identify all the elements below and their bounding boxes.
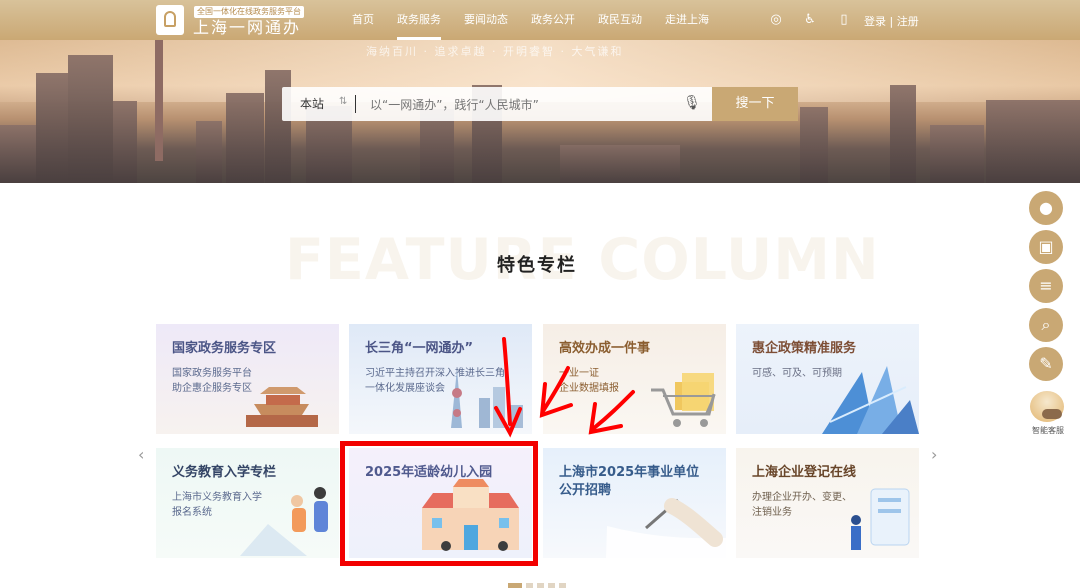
nav-about-shanghai[interactable]: 走进上海 [665,0,709,40]
logo-subtitle: 全国一体化在线政务服务平台 [194,6,304,18]
city-building [986,100,1080,183]
city-building [930,125,984,183]
nav-news[interactable]: 要闻动态 [464,0,508,40]
kindergarten-illustration [422,479,519,551]
register-link[interactable]: 注册 [897,15,919,28]
nav-home[interactable]: 首页 [352,0,374,40]
text-cursor [355,95,356,113]
search-scope-selector[interactable]: 本站 [300,95,324,112]
auth-separator: | [889,15,894,28]
login-link[interactable]: 登录 [864,15,886,28]
students-illustration [240,487,328,556]
carousel-dot[interactable] [559,583,566,588]
registration-screen-illustration [851,488,910,550]
site-logo[interactable]: 全国一体化在线政务服务平台 上海一网通办 [156,5,316,37]
user-icon[interactable]: ● [1029,191,1063,225]
feature-card-grid: 国家政务服务专区 国家政务服务平台 助企惠企服务专区 长三角“一网通办” 习近平主… [156,324,919,558]
hero-banner: 海纳百川 · 追求卓越 · 开明睿智 · 大气谦和 本站 ⇅ 🎙 搜一下 [0,40,1080,183]
city-building [36,73,68,183]
robot-icon [1030,391,1064,422]
tiananmen-illustration [246,387,318,427]
document-icon[interactable]: ≡ [1029,269,1063,303]
city-building [0,125,40,183]
nav-government-services[interactable]: 政务服务 [397,0,441,40]
header-tools: ◎ ♿ ▯ [768,12,870,28]
chevron-up-down-icon[interactable]: ⇅ [339,96,347,107]
skyscraper-illustration [822,366,919,434]
oriental-pearl-tower [155,40,163,161]
calendar-icon[interactable]: ▣ [1029,230,1063,264]
robot-label: 智能客服 [1032,426,1064,435]
city-building [68,55,113,183]
site-search: 本站 ⇅ 🎙 搜一下 [282,87,798,121]
carousel-left-arrow-icon[interactable]: ‹ [138,445,144,464]
banner-slogan: 海纳百川 · 追求卓越 · 开明睿智 · 大气谦和 [366,45,624,58]
city-building [226,93,264,183]
city-skyline [560,145,680,183]
feature-card-kindergarten-admission[interactable]: 2025年适龄幼儿入园 [349,448,532,558]
feature-card-public-recruitment[interactable]: 上海市2025年事业单位 公开招聘 [543,448,726,558]
city-building [890,85,916,183]
carousel-dot-active[interactable] [508,583,522,588]
feature-card-enterprise-policy[interactable]: 惠企政策精准服务 可感、可及、可预期 [736,324,919,434]
carousel-dot[interactable] [526,583,533,588]
signing-hand-illustration [606,498,726,558]
search-input[interactable] [368,92,672,118]
carousel-dot[interactable] [548,583,555,588]
city-building [113,101,137,183]
carousel-right-arrow-icon[interactable]: › [931,445,937,464]
carousel-pagination [508,583,566,588]
search-button[interactable]: 搜一下 [712,87,798,121]
globe-icon[interactable]: ◎ [768,12,784,28]
logo-title: 上海一网通办 [193,18,302,37]
feature-card-compulsory-education[interactable]: 义务教育入学专栏 上海市义务教育入学 报名系统 [156,448,339,558]
feature-card-yangtze-delta[interactable]: 长三角“一网通办” 习近平主持召开深入推进长三角 一体化发展座谈会 [349,324,532,434]
city-building [800,107,828,183]
nav-public-interaction[interactable]: 政民互动 [598,0,642,40]
top-navigation-bar: 全国一体化在线政务服务平台 上海一网通办 首页 政务服务 要闻动态 政务公开 政… [0,0,1080,40]
mobile-icon[interactable]: ▯ [836,12,852,28]
city-tower-illustration [451,369,523,428]
feature-title: 特色专栏 [497,255,577,276]
shopping-cart-illustration [651,373,716,427]
feature-background-text: FEATURE COLUMN [285,227,880,293]
feature-card-enterprise-registration[interactable]: 上海企业登记在线 办理企业开办、变更、 注销业务 [736,448,919,558]
pen-icon[interactable]: ✎ [1029,347,1063,381]
logo-mark-icon [156,5,184,35]
city-building [196,121,222,183]
nav-government-affairs[interactable]: 政务公开 [531,0,575,40]
microphone-icon[interactable]: 🎙 [683,95,701,113]
smart-customer-service[interactable]: 智能客服 [1025,387,1069,435]
feature-card-efficient-service[interactable]: 高效办成一件事 一业一证 企业数据填报 [543,324,726,434]
auth-links: 登录 | 注册 [864,13,919,29]
feature-card-national-services[interactable]: 国家政务服务专区 国家政务服务平台 助企惠企服务专区 [156,324,339,434]
carousel-dot[interactable] [537,583,544,588]
main-navigation: 首页 政务服务 要闻动态 政务公开 政民互动 走进上海 [352,0,732,40]
search-icon[interactable]: ⌕ [1029,308,1063,342]
accessibility-icon[interactable]: ♿ [802,12,818,28]
